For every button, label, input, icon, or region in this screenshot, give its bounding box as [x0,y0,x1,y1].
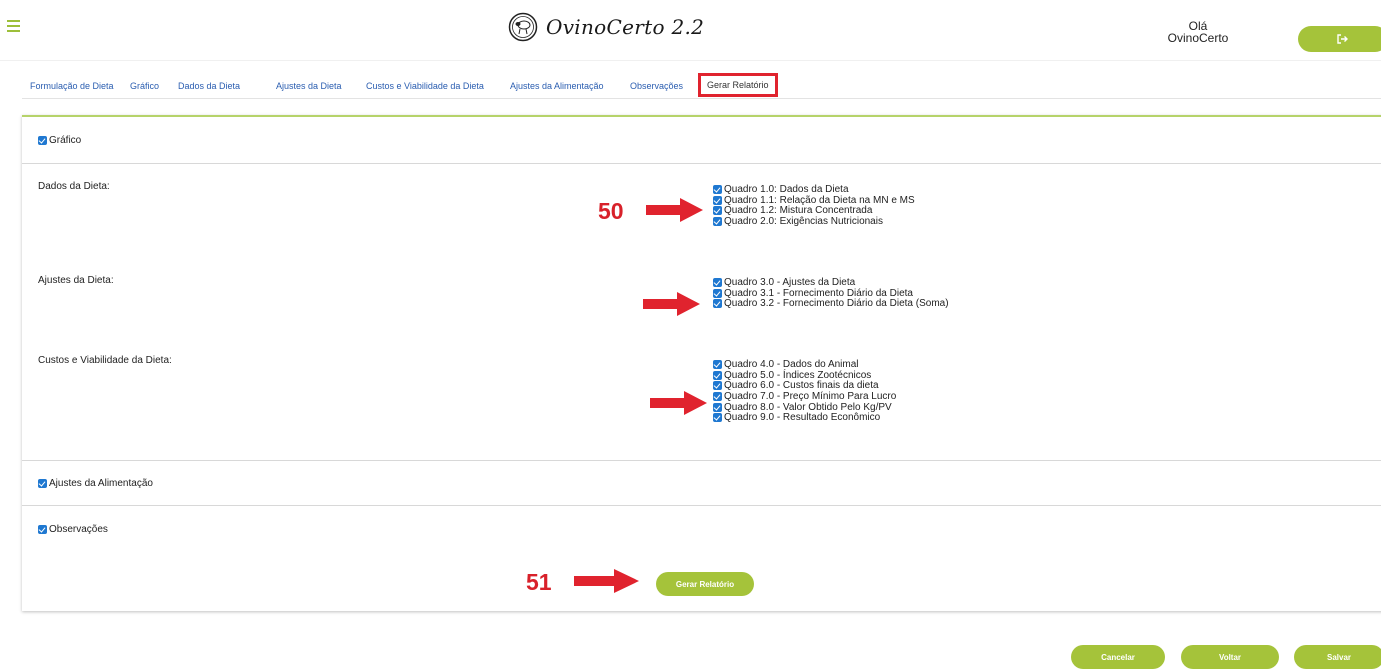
quadro-label: Quadro 8.0 - Valor Obtido Pelo Kg/PV [724,401,892,413]
dados-da-dieta-label: Dados da Dieta: [38,181,110,192]
save-button[interactable]: Salvar [1294,645,1381,669]
report-options-panel: Gráfico Dados da Dieta: Quadro 1.0: Dado… [22,115,1381,611]
section-divider [22,460,1381,461]
annotation-step-50: 50 [598,198,624,224]
ajustes-alimentacao-checkbox-row[interactable]: Ajustes da Alimentação [38,478,153,489]
red-arrow-icon [643,292,700,316]
hamburger-menu-icon[interactable] [7,20,20,32]
checkbox-checked-icon[interactable] [713,391,722,401]
tab-ajustes-da-dieta[interactable]: Ajustes da Dieta [276,81,342,91]
generate-report-button[interactable]: Gerar Relatório [656,572,754,596]
grafico-label: Gráfico [49,135,82,146]
checkbox-checked-icon[interactable] [713,360,722,369]
cancel-button[interactable]: Cancelar [1071,645,1165,669]
quadro-label: Quadro 3.0 - Ajustes da Dieta [724,277,856,289]
quadro-label: Quadro 1.0: Dados da Dieta [724,184,849,196]
app-logo: OvinoCerto 2.2 [508,12,704,42]
checkbox-checked-icon[interactable] [713,278,722,287]
quadro-label: Quadro 2.0: Exigências Nutricionais [724,216,883,228]
checkbox-checked-icon[interactable] [713,402,722,412]
tab-observacoes[interactable]: Observações [630,81,683,91]
checkbox-quadro-3-2[interactable]: Quadro 3.2 - Fornecimento Diário da Diet… [713,299,949,310]
annotation-step-51: 51 [526,569,552,595]
red-arrow-icon [574,569,639,593]
quadro-label: Quadro 3.2 - Fornecimento Diário da Diet… [724,298,949,310]
custos-viabilidade-list: Quadro 4.0 - Dados do Animal Quadro 5.0 … [713,359,897,424]
tab-ajustes-da-alimentacao[interactable]: Ajustes da Alimentação [510,81,604,91]
quadro-label: Quadro 7.0 - Preço Mínimo Para Lucro [724,391,897,403]
quadro-label: Quadro 6.0 - Custos finais da dieta [724,380,879,392]
sign-out-icon [1337,34,1348,44]
observacoes-checkbox-row[interactable]: Observações [38,524,108,535]
tab-gerar-relatorio[interactable]: Gerar Relatório [698,73,778,97]
grafico-checkbox-row[interactable]: Gráfico [38,135,81,146]
ajustes-da-dieta-list: Quadro 3.0 - Ajustes da Dieta Quadro 3.1… [713,277,949,310]
checkbox-checked-icon[interactable] [38,478,47,488]
tab-grafico[interactable]: Gráfico [130,81,159,91]
quadro-label: Quadro 1.1: Relação da Dieta na MN e MS [724,194,915,206]
red-arrow-icon [650,391,707,415]
tab-custos-e-viabilidade[interactable]: Custos e Viabilidade da Dieta [366,81,484,91]
logout-button[interactable] [1298,26,1381,52]
back-button[interactable]: Voltar [1181,645,1279,669]
checkbox-checked-icon[interactable] [713,299,722,309]
quadro-label: Quadro 9.0 - Resultado Econômico [724,412,881,424]
checkbox-checked-icon[interactable] [713,185,722,194]
checkbox-checked-icon[interactable] [713,195,722,205]
checkbox-checked-icon[interactable] [713,216,722,226]
quadro-label: Quadro 4.0 - Dados do Animal [724,359,859,371]
section-divider [22,505,1381,506]
checkbox-checked-icon[interactable] [713,413,722,423]
custos-viabilidade-label: Custos e Viabilidade da Dieta: [38,355,172,366]
quadro-label: Quadro 1.2: Mistura Concentrada [724,205,873,217]
checkbox-quadro-2-0[interactable]: Quadro 2.0: Exigências Nutricionais [713,216,915,228]
red-arrow-icon [646,198,703,222]
tabs-divider [22,98,1381,99]
header-divider [0,60,1381,61]
observacoes-label: Observações [49,524,108,535]
checkbox-quadro-9-0[interactable]: Quadro 9.0 - Resultado Econômico [713,413,896,424]
checkbox-checked-icon[interactable] [713,288,722,298]
dados-da-dieta-list: Quadro 1.0: Dados da Dieta Quadro 1.1: R… [713,184,915,228]
section-divider [22,163,1381,164]
checkbox-checked-icon[interactable] [713,381,722,391]
sheep-logo-icon [508,12,538,42]
quadro-label: Quadro 3.1 - Fornecimento Diário da Diet… [724,287,913,299]
checkbox-checked-icon[interactable] [38,524,47,534]
ajustes-da-dieta-label: Ajustes da Dieta: [38,275,114,286]
ajustes-alimentacao-label: Ajustes da Alimentação [49,478,153,489]
tab-formulacao-de-dieta[interactable]: Formulação de Dieta [30,81,114,91]
checkbox-checked-icon[interactable] [713,370,722,380]
greeting-username: OvinoCerto [1167,31,1229,45]
quadro-label: Quadro 5.0 - Índices Zootécnicos [724,369,872,381]
user-greeting: Olá OvinoCerto [1158,20,1238,44]
checkbox-checked-icon[interactable] [713,206,722,216]
app-title: OvinoCerto 2.2 [546,15,705,39]
checkbox-checked-icon[interactable] [38,135,47,145]
tab-dados-da-dieta[interactable]: Dados da Dieta [178,81,240,91]
